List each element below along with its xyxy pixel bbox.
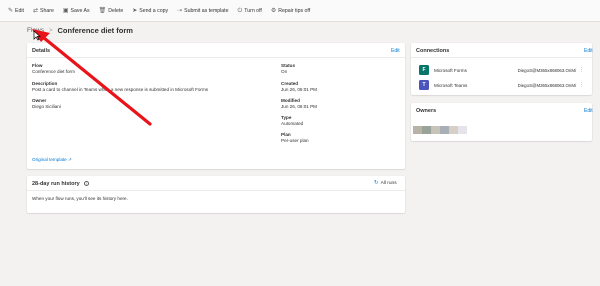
original-template-label: Original template <box>32 157 67 162</box>
repair-tips-label: Repair tips off <box>278 7 311 14</box>
created-value: Jun 26, 06:01 PM <box>281 87 318 92</box>
details-divider <box>27 57 405 58</box>
description-label: Description <box>32 81 58 86</box>
avatar[interactable] <box>449 126 458 134</box>
details-card <box>27 43 405 169</box>
avatar[interactable] <box>440 126 449 134</box>
turn-off-label: Turn off <box>244 7 262 14</box>
wrench-icon: ⚙ <box>270 7 277 14</box>
connection-name: Microsoft Teams <box>434 82 468 88</box>
connection-row-forms[interactable]: F Microsoft Forms DiegoS@M365x868063.OnM… <box>419 64 584 76</box>
modified-label: Modified <box>281 98 300 103</box>
connections-title: Connections <box>416 48 450 54</box>
info-icon: i <box>84 181 90 186</box>
flow-label: Flow <box>32 63 43 68</box>
chevron-right-icon: > <box>48 27 53 34</box>
delete-label: Delete <box>108 7 124 14</box>
details-title: Details <box>32 48 51 54</box>
more-options-icon[interactable]: ⋮ <box>579 82 584 88</box>
owners-card <box>411 103 592 141</box>
connections-edit-link[interactable]: Edit <box>584 48 593 54</box>
repair-tips-button[interactable]: ⚙ Repair tips off <box>271 8 310 14</box>
more-options-icon[interactable]: ⋮ <box>579 67 584 73</box>
save-as-label: Save As <box>70 7 90 14</box>
page-title: Conference diet form <box>57 26 133 35</box>
connection-account: DiegoS@M365x868063.OnMi <box>517 82 576 88</box>
microsoft-teams-icon: T <box>419 80 429 90</box>
share-icon: ⇄ <box>32 7 39 14</box>
send-copy-button[interactable]: ➤ Send a copy <box>132 8 168 14</box>
connection-row-teams[interactable]: T Microsoft Teams DiegoS@M365x868063.OnM… <box>419 79 584 91</box>
run-history-title-text: 28-day run history <box>32 181 80 187</box>
modified-value: Jun 26, 06:01 PM <box>281 104 318 109</box>
description-value: Post a card to channel in Teams when a n… <box>32 87 209 92</box>
owner-value: Diego Siciliani <box>32 104 61 109</box>
avatar[interactable] <box>431 126 440 134</box>
submit-template-button[interactable]: ⇢ Submit as template <box>177 8 228 14</box>
flow-value: Conference diet form <box>32 69 75 74</box>
owners-title: Owners <box>416 108 437 114</box>
run-history-empty-message: When your flow runs, you'll see its hist… <box>32 196 128 201</box>
status-label: Status <box>281 63 296 68</box>
plan-label: Plan <box>281 132 291 137</box>
edit-label: Edit <box>15 7 24 14</box>
type-label: Type <box>281 115 292 120</box>
send-icon: ➤ <box>132 7 138 14</box>
pencil-icon: ✎ <box>8 7 14 14</box>
refresh-icon: ↻ <box>374 180 379 186</box>
edit-button[interactable]: ✎ Edit <box>8 8 24 14</box>
turn-off-button[interactable]: ⏻ Turn off <box>238 8 262 14</box>
all-runs-link[interactable]: ↻ All runs <box>374 180 397 186</box>
send-copy-label: Send a copy <box>139 7 169 14</box>
details-edit-link[interactable]: Edit <box>391 48 400 54</box>
submit-template-label: Submit as template <box>184 7 229 14</box>
share-label: Share <box>40 7 54 14</box>
avatar[interactable] <box>413 126 422 134</box>
status-value: On <box>281 69 288 74</box>
breadcrumb: Flows > Conference diet form <box>27 26 133 35</box>
all-runs-label: All runs <box>380 180 397 186</box>
owner-label: Owner <box>32 98 47 103</box>
connection-account: DiegoS@M365x868063.OnMi <box>517 67 576 73</box>
run-history-divider <box>27 190 405 191</box>
breadcrumb-flows-link[interactable]: Flows <box>27 27 44 34</box>
run-history-title: 28-day run history i <box>32 181 90 187</box>
share-button[interactable]: ⇄ Share <box>33 8 54 14</box>
external-link-icon: ↗ <box>68 157 72 162</box>
connections-divider <box>411 57 592 58</box>
power-icon: ⏻ <box>237 7 243 14</box>
save-as-icon: ▣ <box>62 7 69 14</box>
template-icon: ⇢ <box>177 7 183 14</box>
plan-value: Per-user plan <box>281 138 309 143</box>
avatar[interactable] <box>458 126 467 134</box>
original-template-link[interactable]: Original template ↗ <box>32 157 72 163</box>
trash-icon: 🗑 <box>98 7 107 14</box>
delete-button[interactable]: 🗑 Delete <box>99 8 124 14</box>
owners-edit-link[interactable]: Edit <box>584 108 593 114</box>
created-label: Created <box>281 81 299 86</box>
type-value: Automated <box>281 121 304 126</box>
avatar[interactable] <box>422 126 431 134</box>
save-as-button[interactable]: ▣ Save As <box>63 8 90 14</box>
command-bar: ✎ Edit ⇄ Share ▣ Save As 🗑 Delete ➤ Send… <box>0 0 600 22</box>
connection-name: Microsoft Forms <box>434 67 467 73</box>
microsoft-forms-icon: F <box>419 65 429 75</box>
